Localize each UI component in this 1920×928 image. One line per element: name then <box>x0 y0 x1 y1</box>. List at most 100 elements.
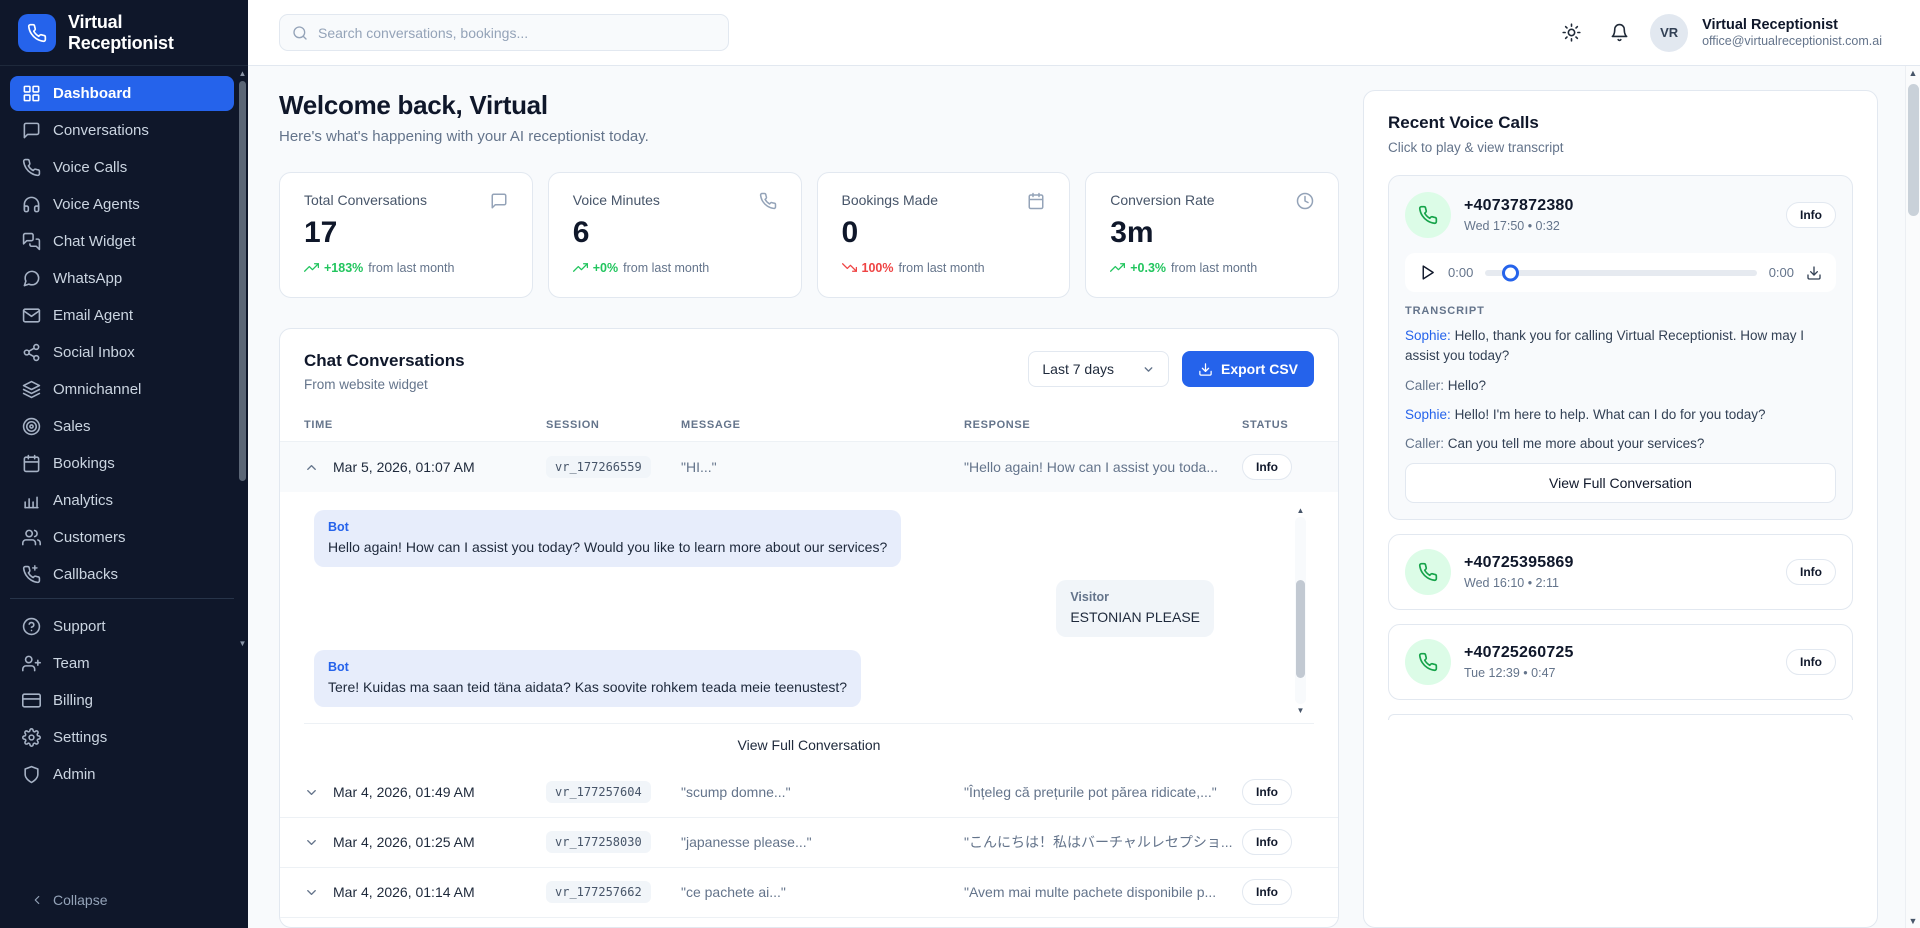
main-column: VR Virtual Receptionist office@virtualre… <box>248 0 1920 928</box>
chevron-down-icon[interactable] <box>304 885 319 900</box>
bot-message-bubble: Bot Hello again! How can I assist you to… <box>314 510 901 567</box>
message-square-icon <box>490 192 508 210</box>
chat-widget-icon <box>22 232 41 251</box>
phone-icon <box>759 192 777 210</box>
view-full-conversation-button[interactable]: View Full Conversation <box>1405 463 1836 503</box>
notifications-button[interactable] <box>1602 16 1636 50</box>
seek-slider[interactable] <box>1485 270 1756 276</box>
sidebar-collapse-button[interactable]: Collapse <box>0 876 248 928</box>
voice-call-item[interactable]: +40737872380 Wed 17:50 • 0:32 Info 0:00 … <box>1388 175 1853 520</box>
chat-messages-scroll[interactable]: Bot Hello again! How can I assist you to… <box>304 502 1314 723</box>
play-icon[interactable] <box>1419 264 1436 281</box>
export-csv-button[interactable]: Export CSV <box>1182 351 1314 387</box>
scroll-down-icon[interactable]: ▼ <box>1909 914 1918 928</box>
info-button[interactable]: Info <box>1242 779 1292 805</box>
user-menu[interactable]: Virtual Receptionist office@virtualrecep… <box>1702 16 1882 50</box>
info-button[interactable]: Info <box>1786 649 1836 675</box>
users-icon <box>22 528 41 547</box>
theme-toggle-button[interactable] <box>1554 16 1588 50</box>
sidebar-item-analytics[interactable]: Analytics <box>10 483 234 518</box>
sidebar-item-chat-widget[interactable]: Chat Widget <box>10 224 234 259</box>
sidebar-item-callbacks[interactable]: Callbacks <box>10 557 234 592</box>
sidebar-item-omnichannel[interactable]: Omnichannel <box>10 372 234 407</box>
bot-message-bubble: Bot Tere! Kuidas ma saan teid täna aidat… <box>314 650 861 707</box>
sidebar-item-email-agent[interactable]: Email Agent <box>10 298 234 333</box>
scroll-down-icon[interactable]: ▼ <box>1297 706 1305 715</box>
chat-bubble-icon <box>22 121 41 140</box>
stat-change: +0.3% <box>1130 261 1166 275</box>
sidebar-item-sales[interactable]: Sales <box>10 409 234 444</box>
call-phone-icon <box>1405 192 1451 238</box>
call-number: +40737872380 <box>1464 197 1574 215</box>
info-button[interactable]: Info <box>1242 829 1292 855</box>
sidebar-item-billing[interactable]: Billing <box>10 683 234 718</box>
transcript-line: Sophie: Hello! I'm here to help. What ca… <box>1405 405 1836 425</box>
share-icon <box>22 343 41 362</box>
scroll-down-icon[interactable]: ▼ <box>239 640 247 648</box>
global-search[interactable] <box>279 14 729 51</box>
sidebar-item-whatsapp[interactable]: WhatsApp <box>10 261 234 296</box>
transcript-line: Sophie: Hello, thank you for calling Vir… <box>1405 326 1836 367</box>
view-full-conversation-link[interactable]: View Full Conversation <box>304 723 1314 768</box>
sidebar: Virtual Receptionist Dashboard Conversat… <box>0 0 248 928</box>
voice-call-item[interactable]: +40725395869 Wed 16:10 • 2:11 Info <box>1388 534 1853 610</box>
chat-scrollbar[interactable]: ▲ ▼ <box>1295 506 1306 715</box>
sidebar-item-admin[interactable]: Admin <box>10 757 234 792</box>
chat-scrollbar-thumb[interactable] <box>1296 580 1305 677</box>
sidebar-item-settings[interactable]: Settings <box>10 720 234 755</box>
conversations-title: Chat Conversations <box>304 351 465 371</box>
sidebar-item-support[interactable]: Support <box>10 609 234 644</box>
table-row[interactable]: Mar 4, 2026, 01:14 AM vr_177257662 "ce p… <box>280 868 1338 918</box>
stat-change: +0% <box>593 261 618 275</box>
credit-card-icon <box>22 691 41 710</box>
sidebar-item-dashboard[interactable]: Dashboard <box>10 76 234 111</box>
page-scrollbar-thumb[interactable] <box>1908 84 1919 216</box>
sidebar-item-voice-agents[interactable]: Voice Agents <box>10 187 234 222</box>
conversations-subtitle: From website widget <box>304 377 465 392</box>
download-icon[interactable] <box>1806 265 1822 281</box>
scroll-up-icon[interactable]: ▲ <box>239 70 247 78</box>
user-avatar[interactable]: VR <box>1650 14 1688 52</box>
date-range-select[interactable]: Last 7 days <box>1028 351 1169 387</box>
stat-value: 3m <box>1110 216 1314 250</box>
sidebar-divider <box>10 598 234 599</box>
session-badge: vr_177266559 <box>546 456 651 478</box>
sidebar-item-social-inbox[interactable]: Social Inbox <box>10 335 234 370</box>
phone-callback-icon <box>22 565 41 584</box>
sidebar-item-team[interactable]: Team <box>10 646 234 681</box>
trending-down-icon <box>842 260 857 275</box>
sidebar-item-voice-calls[interactable]: Voice Calls <box>10 150 234 185</box>
sidebar-scrollbar[interactable]: ▲ ▼ <box>238 70 247 648</box>
total-time: 0:00 <box>1769 265 1794 280</box>
voice-call-item-partial <box>1388 714 1853 720</box>
scroll-up-icon[interactable]: ▲ <box>1297 506 1305 515</box>
sidebar-item-customers[interactable]: Customers <box>10 520 234 555</box>
user-name: Virtual Receptionist <box>1702 16 1882 34</box>
stat-value: 17 <box>304 216 508 250</box>
info-button[interactable]: Info <box>1242 879 1292 905</box>
info-button[interactable]: Info <box>1786 559 1836 585</box>
stat-card-bookings-made: Bookings Made 0 100% from last month <box>817 172 1071 298</box>
info-button[interactable]: Info <box>1242 454 1292 480</box>
seek-slider-thumb[interactable] <box>1502 264 1519 281</box>
table-row[interactable]: Mar 4, 2026, 01:49 AM vr_177257604 "scum… <box>280 768 1338 818</box>
sidebar-item-bookings[interactable]: Bookings <box>10 446 234 481</box>
help-circle-icon <box>22 617 41 636</box>
table-row[interactable]: Mar 5, 2026, 01:07 AM vr_177266559 "HI..… <box>280 442 1338 492</box>
scroll-up-icon[interactable]: ▲ <box>1909 66 1918 80</box>
table-row[interactable]: Mar 4, 2026, 01:25 AM vr_177258030 "japa… <box>280 818 1338 868</box>
chevron-down-icon[interactable] <box>304 785 319 800</box>
table-header: TIME SESSION MESSAGE RESPONSE STATUS <box>280 408 1338 442</box>
chevron-up-icon[interactable] <box>304 460 319 475</box>
session-badge: vr_177257662 <box>546 881 651 903</box>
page-scrollbar[interactable]: ▲ ▼ <box>1905 66 1920 928</box>
user-plus-icon <box>22 654 41 673</box>
phone-icon <box>22 158 41 177</box>
chevron-down-icon[interactable] <box>304 835 319 850</box>
info-button[interactable]: Info <box>1786 202 1836 228</box>
sidebar-scrollbar-thumb[interactable] <box>239 81 246 481</box>
voice-call-item[interactable]: +40725260725 Tue 12:39 • 0:47 Info <box>1388 624 1853 700</box>
search-input[interactable] <box>318 25 716 41</box>
app-root: Virtual Receptionist Dashboard Conversat… <box>0 0 1920 928</box>
sidebar-item-conversations[interactable]: Conversations <box>10 113 234 148</box>
